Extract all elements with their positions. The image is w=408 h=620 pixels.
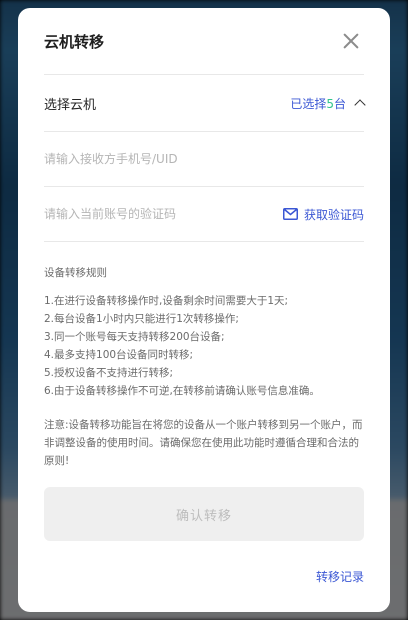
rule-item: 1.在进行设备转移操作时,设备剩余时间需要大于1天; (44, 295, 289, 307)
selected-count-toggle[interactable]: 已选择5台 (290, 95, 366, 112)
rule-item: 6.由于设备转移操作不可逆,在转移前请确认账号信息准确。 (44, 385, 320, 397)
dialog-header: 云机转移 (44, 8, 364, 75)
chevron-up-icon[interactable] (354, 99, 366, 111)
mail-icon (282, 208, 298, 220)
selected-count: 5 (326, 96, 334, 111)
receiver-field-row (44, 132, 364, 187)
close-icon[interactable] (340, 30, 362, 52)
receiver-input[interactable] (44, 152, 254, 166)
rule-item: 5.授权设备不支持进行转移; (44, 367, 174, 379)
select-device-row[interactable]: 选择云机 已选择5台 (44, 75, 366, 132)
verification-code-input[interactable] (44, 207, 254, 221)
selected-text: 已选择5台 (290, 96, 346, 111)
device-transfer-dialog: 云机转移 选择云机 已选择5台 获取验证码 设备转移规则 1.在进行设备转移操作… (18, 8, 390, 612)
rules-title: 设备转移规则 (44, 267, 107, 279)
get-code-label: 获取验证码 (303, 207, 364, 222)
rule-item: 3.同一个账号每天支持转移200台设备; (44, 331, 225, 343)
confirm-transfer-button[interactable]: 确认转移 (44, 487, 364, 541)
rule-item: 4.最多支持100台设备同时转移; (44, 349, 194, 361)
transfer-note: 注意:设备转移功能旨在将您的设备从一个账户转移到另一个账户，而非调整设备的使用时… (44, 419, 363, 467)
transfer-history-link[interactable]: 转移记录 (316, 568, 364, 585)
transfer-rules: 设备转移规则 1.在进行设备转移操作时,设备剩余时间需要大于1天; 2.每台设备… (44, 264, 364, 400)
code-field-row: 获取验证码 (44, 187, 364, 242)
rule-item: 2.每台设备1小时内只能进行1次转移操作; (44, 313, 239, 325)
get-code-button[interactable]: 获取验证码 (282, 206, 364, 223)
select-device-label: 选择云机 (44, 97, 97, 113)
dialog-title: 云机转移 (44, 32, 105, 51)
